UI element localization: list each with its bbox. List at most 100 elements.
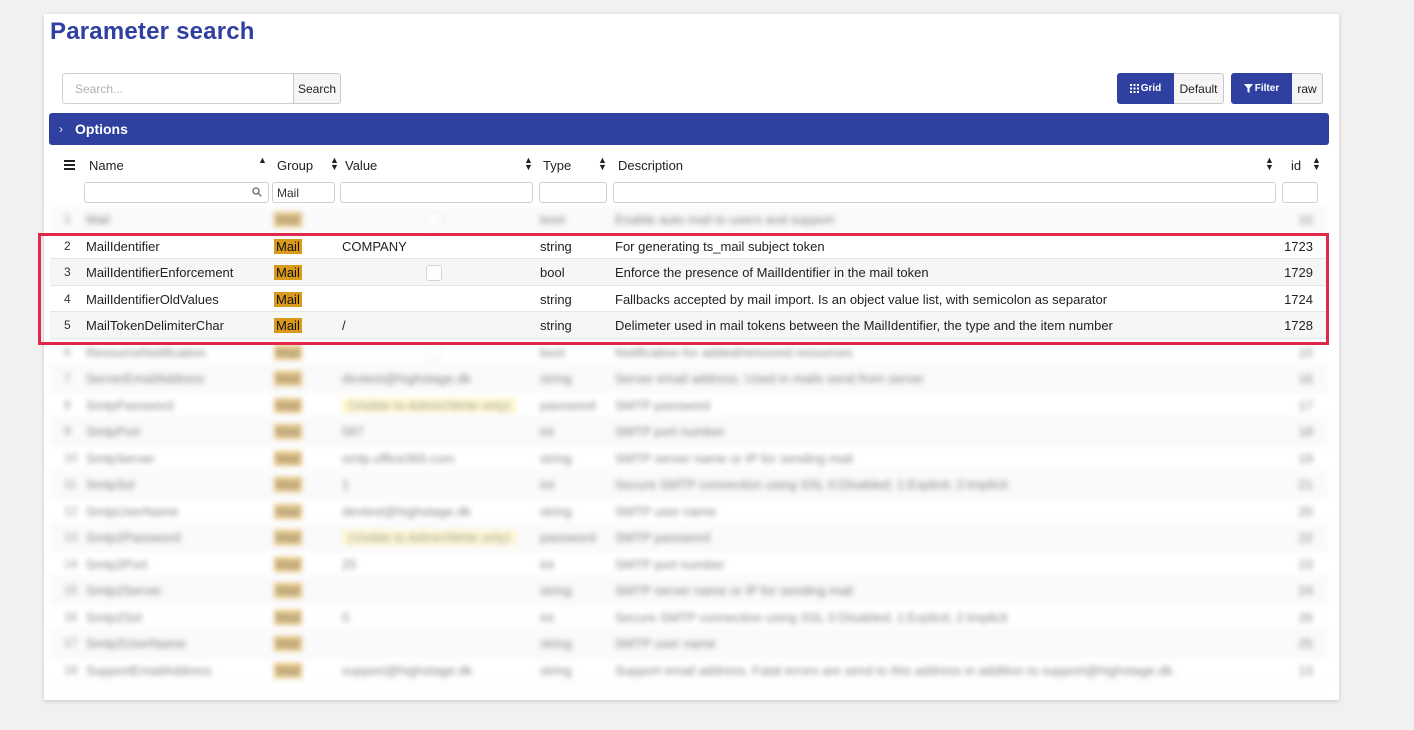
cell-group: Mail: [274, 318, 302, 333]
cell-name: MailIdentifier: [86, 239, 274, 254]
cell-name-text: MailIdentifierOldValues: [86, 291, 219, 307]
row-number: 10: [64, 451, 80, 465]
table-row[interactable]: 7 ServerEmailAddress Mail devtest@highstage…: [50, 365, 1328, 392]
column-header-group[interactable]: Group: [277, 158, 313, 173]
cell-name: Smtp2Ssl: [86, 610, 274, 625]
cell-description-text: Support email address. Fatal errors are …: [615, 662, 1176, 678]
cell-group: Mail: [274, 662, 302, 678]
sort-icon[interactable]: ▲ ▼: [1265, 156, 1274, 172]
row-number-text: 8: [64, 397, 71, 412]
description-filter-input[interactable]: [613, 182, 1276, 203]
column-header-id[interactable]: id: [1291, 158, 1301, 173]
options-accordion[interactable]: › Options: [49, 113, 1329, 145]
cell-id: 15: [1283, 345, 1313, 360]
sort-asc-icon[interactable]: ▲: [258, 156, 267, 165]
cell-description-text: Enforce the presence of MailIdentifier i…: [615, 265, 929, 280]
column-header-description[interactable]: Description: [618, 158, 683, 173]
cell-type: int: [540, 610, 610, 625]
cell-id: 21: [1283, 477, 1313, 492]
cell-value-text: (Visible to Admin/Write only): [342, 530, 517, 545]
cell-id-text: 10: [1298, 212, 1313, 227]
table-row[interactable]: 1 Mail Mail bool Enable auto mail to users a…: [50, 206, 1328, 233]
row-number: 7: [64, 371, 80, 385]
cell-name: SupportEmailAddress: [86, 663, 274, 678]
cell-type-text: password: [540, 530, 596, 545]
cell-group-text: Mail: [274, 477, 302, 492]
value-filter-input[interactable]: [340, 182, 533, 203]
id-filter-input[interactable]: [1282, 182, 1318, 203]
table-row[interactable]: 2 MailIdentifier Mail COMPANY string For gene…: [50, 233, 1328, 259]
sort-icon[interactable]: ▲ ▼: [598, 156, 607, 172]
cell-value-text: 0: [342, 609, 350, 625]
cell-name: SmtpUserName: [86, 504, 274, 519]
cell-value: smtp.office365.com: [342, 451, 532, 466]
raw-button[interactable]: raw: [1292, 73, 1323, 104]
default-view-button[interactable]: Default: [1174, 73, 1224, 104]
table-row[interactable]: 9 SmtpPort Mail 587 int SMTP port number 18: [50, 418, 1328, 445]
sort-icon[interactable]: ▲ ▼: [330, 156, 339, 172]
row-number-text: 7: [64, 371, 71, 385]
value-checkbox[interactable]: [426, 344, 442, 361]
cell-description-text: Notification for added/removed resources: [615, 344, 853, 360]
row-number-text: 9: [64, 424, 71, 438]
filter-icon: [1243, 84, 1253, 93]
cell-description: SMTP user name: [615, 636, 1275, 651]
cell-id-text: 19: [1298, 450, 1313, 466]
cell-name-text: SmtpSsl: [86, 477, 135, 492]
column-header-value[interactable]: Value: [345, 158, 377, 173]
cell-group: Mail: [274, 609, 302, 625]
table-row[interactable]: 8 SmtpPassword Mail (Visible to Admin/Write…: [50, 392, 1328, 418]
options-label: Options: [75, 121, 128, 137]
table-row[interactable]: 15 Smtp2Server Mail string SMTP server name …: [50, 577, 1328, 604]
sort-icon[interactable]: ▲ ▼: [1312, 156, 1321, 172]
cell-id-text: 1724: [1284, 291, 1313, 307]
row-number-text: 1: [64, 212, 71, 226]
sort-icon[interactable]: ▲ ▼: [524, 156, 533, 172]
table-row[interactable]: 11 SmtpSsl Mail 1 int Secure SMTP connection …: [50, 471, 1328, 498]
cell-type: string: [540, 451, 610, 466]
cell-id: 13: [1283, 663, 1313, 678]
search-input[interactable]: [62, 73, 294, 104]
table-row[interactable]: 16 Smtp2Ssl Mail 0 int Secure SMTP connection…: [50, 604, 1328, 630]
column-header-type[interactable]: Type: [543, 158, 571, 173]
group-filter-input[interactable]: [272, 182, 335, 203]
table-row[interactable]: 3 MailIdentifierEnforcement Mail bool Enforc…: [50, 259, 1328, 286]
table-row[interactable]: 18 SupportEmailAddress Mail support@highsta…: [50, 657, 1328, 683]
menu-icon[interactable]: [64, 160, 75, 170]
cell-description: Delimeter used in mail tokens between th…: [615, 318, 1275, 333]
value-checkbox[interactable]: [426, 265, 442, 281]
cell-group: Mail: [274, 265, 302, 280]
cell-description: Support email address. Fatal errors are …: [615, 663, 1275, 678]
cell-value: COMPANY: [342, 239, 532, 254]
cell-type-text: string: [540, 318, 572, 333]
cell-description: SMTP password: [615, 530, 1275, 545]
search-button[interactable]: Search: [293, 73, 341, 104]
cell-type-text: string: [540, 503, 572, 519]
cell-value-text: devtest@highstage.dk: [342, 371, 471, 386]
filter-button[interactable]: Filter: [1231, 73, 1292, 104]
table-row[interactable]: 5 MailTokenDelimiterChar Mail / string Delime…: [50, 312, 1328, 339]
cell-group: Mail: [274, 636, 302, 651]
row-number-text: 16: [64, 609, 78, 624]
type-filter-input[interactable]: [539, 182, 607, 203]
table-row[interactable]: 10 SmtpServer Mail smtp.office365.com string…: [50, 445, 1328, 471]
table-row[interactable]: 12 SmtpUserName Mail devtest@highstage.dk st…: [50, 498, 1328, 524]
cell-name-text: MailTokenDelimiterChar: [86, 318, 224, 333]
row-number: 4: [64, 292, 80, 306]
row-number-text: 13: [64, 530, 78, 544]
table-row[interactable]: 17 Smtp2UserName Mail string SMTP user name 2…: [50, 630, 1328, 657]
table-row[interactable]: 4 MailIdentifierOldValues Mail string Fallba…: [50, 286, 1328, 312]
cell-value-text: 587: [342, 424, 364, 439]
table-row[interactable]: 6 ResourceNotification Mail bool Notificatio…: [50, 339, 1328, 365]
table-row[interactable]: 14 Smtp2Port Mail 25 int SMTP port number 23: [50, 551, 1328, 577]
value-checkbox[interactable]: [426, 212, 442, 228]
cell-name: ServerEmailAddress: [86, 371, 274, 386]
name-filter-input[interactable]: [84, 182, 269, 203]
cell-group-text: Mail: [274, 344, 302, 360]
column-header-name[interactable]: Name: [89, 158, 124, 173]
cell-group: Mail: [274, 450, 302, 466]
grid-view-button[interactable]: Grid: [1117, 73, 1174, 104]
cell-value-text: 1: [342, 477, 350, 492]
table-row[interactable]: 13 Smtp2Password Mail (Visible to Admin/Wri…: [50, 524, 1328, 551]
cell-name: SmtpPort: [86, 424, 274, 439]
